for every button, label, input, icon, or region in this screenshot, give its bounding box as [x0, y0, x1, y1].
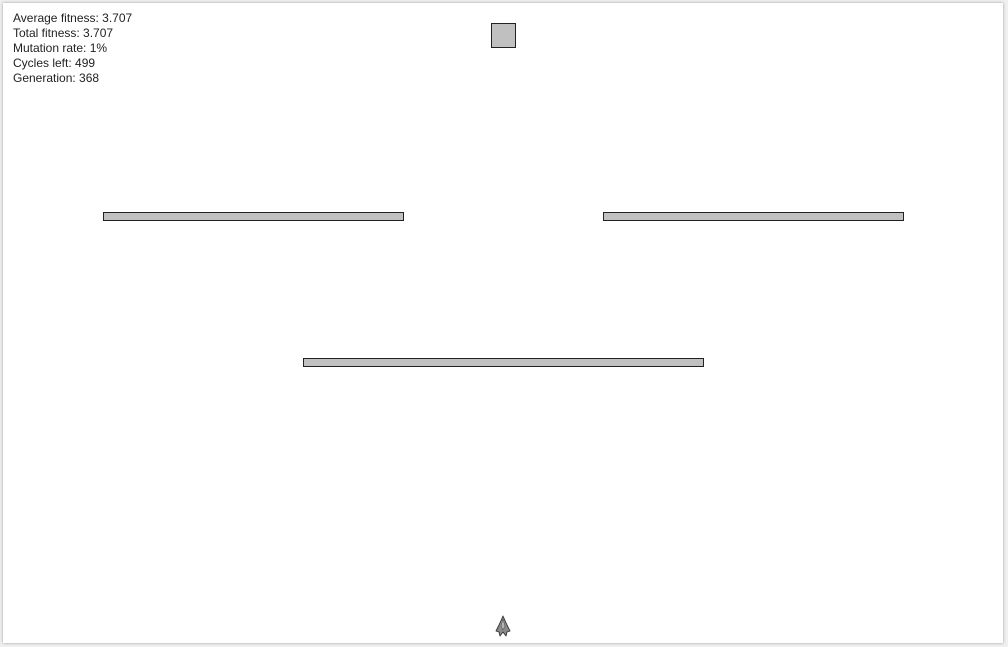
obstacle-right: [603, 212, 904, 221]
target-square: [491, 23, 516, 48]
obstacle-left: [103, 212, 404, 221]
total-fitness-text: Total fitness: 3.707: [13, 26, 114, 40]
obstacle-middle: [303, 358, 704, 367]
average-fitness-text: Average fitness: 3.707: [13, 11, 133, 25]
generation-text: Generation: 368: [13, 71, 100, 85]
cycles-left-text: Cycles left: 499: [13, 56, 96, 70]
rocket-icon: [495, 615, 511, 637]
stats-panel: Average fitness: 3.707 Total fitness: 3.…: [13, 11, 132, 86]
simulation-canvas: Average fitness: 3.707 Total fitness: 3.…: [3, 3, 1003, 643]
mutation-rate-text: Mutation rate: 1%: [13, 41, 108, 55]
